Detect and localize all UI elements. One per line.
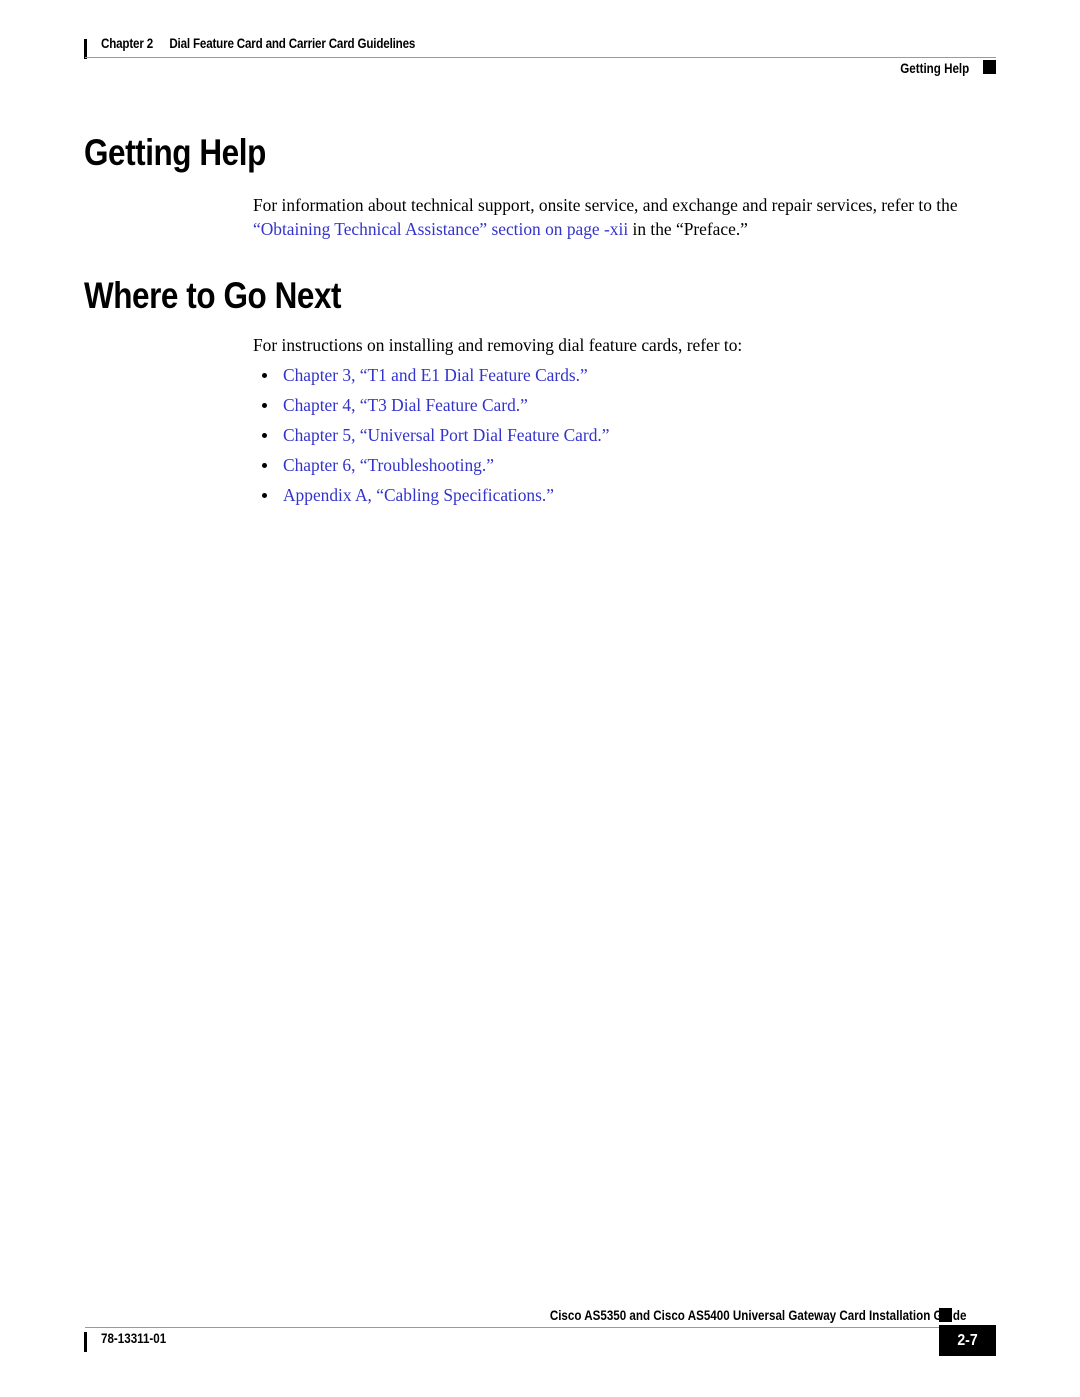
black-square-icon xyxy=(939,1308,952,1322)
link-chapter-6[interactable]: Chapter 6, “Troubleshooting.” xyxy=(283,455,494,475)
bullet-dot-icon xyxy=(262,433,267,438)
cross-reference-list: Chapter 3, “T1 and E1 Dial Feature Cards… xyxy=(253,363,1013,513)
black-square-icon xyxy=(983,60,996,74)
paragraph-trail-text: in the “Preface.” xyxy=(628,219,748,239)
link-obtaining-technical-assistance[interactable]: “Obtaining Technical Assistance” section… xyxy=(253,219,628,239)
document-page: Chapter 2 Dial Feature Card and Carrier C… xyxy=(0,0,1080,1397)
vertical-bar-icon xyxy=(84,39,87,59)
footer-document-number: 78-13311-01 xyxy=(101,1331,167,1346)
paragraph-lead-text: For information about technical support,… xyxy=(253,195,958,215)
bullet-dot-icon xyxy=(262,463,267,468)
list-item: Chapter 5, “Universal Port Dial Feature … xyxy=(253,423,1013,453)
link-chapter-3[interactable]: Chapter 3, “T1 and E1 Dial Feature Cards… xyxy=(283,365,588,385)
link-chapter-5[interactable]: Chapter 5, “Universal Port Dial Feature … xyxy=(283,425,609,445)
link-chapter-4[interactable]: Chapter 4, “T3 Dial Feature Card.” xyxy=(283,395,528,415)
header-running-head: Getting Help xyxy=(899,61,969,76)
bullet-dot-icon xyxy=(262,493,267,498)
link-appendix-a[interactable]: Appendix A, “Cabling Specifications.” xyxy=(283,485,554,505)
header-divider xyxy=(85,57,996,58)
header-chapter-label: Chapter 2 Dial Feature Card and Carrier C… xyxy=(101,36,415,51)
page-number-text: 2-7 xyxy=(957,1332,978,1349)
footer-book-title: Cisco AS5350 and Cisco AS5400 Universal … xyxy=(549,1308,966,1323)
bullet-dot-icon xyxy=(262,403,267,408)
bullet-dot-icon xyxy=(262,373,267,378)
list-item: Chapter 4, “T3 Dial Feature Card.” xyxy=(253,393,1013,423)
page-header: Chapter 2 Dial Feature Card and Carrier C… xyxy=(84,36,996,82)
page-title-where-to-go-next: Where to Go Next xyxy=(84,275,342,316)
header-chapter-number: Chapter 2 xyxy=(101,36,154,51)
list-item: Chapter 6, “Troubleshooting.” xyxy=(253,453,1013,483)
vertical-bar-icon xyxy=(84,1332,87,1352)
page-number-badge: 2-7 xyxy=(939,1325,996,1356)
list-item: Appendix A, “Cabling Specifications.” xyxy=(253,483,1013,513)
page-footer: Cisco AS5350 and Cisco AS5400 Universal … xyxy=(84,1308,996,1378)
header-chapter-title: Dial Feature Card and Carrier Card Guide… xyxy=(169,36,416,51)
paragraph-where-to-go-next: For instructions on installing and remov… xyxy=(253,335,743,355)
list-item: Chapter 3, “T1 and E1 Dial Feature Cards… xyxy=(253,363,1013,393)
page-title-getting-help: Getting Help xyxy=(84,132,266,173)
footer-divider xyxy=(85,1327,939,1328)
paragraph-getting-help: For information about technical support,… xyxy=(253,193,1013,241)
